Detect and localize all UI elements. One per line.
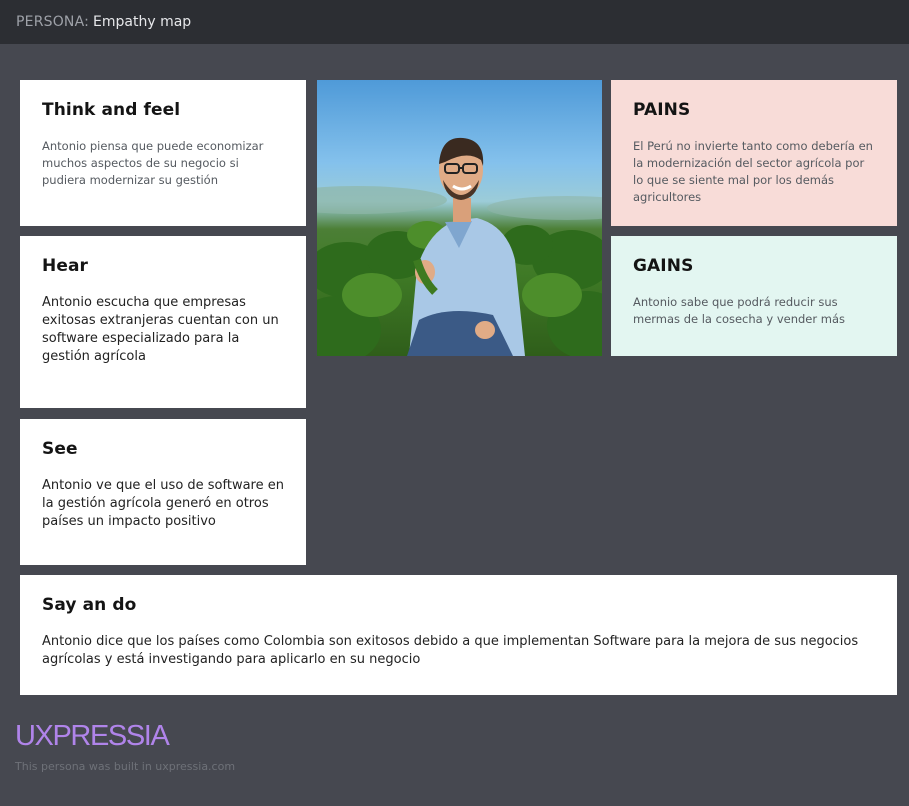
see-text: Antonio ve que el uso de software en la … — [42, 478, 284, 529]
pains-title: PAINS — [633, 100, 691, 120]
hear-text: Antonio escucha que empresas exitosas ex… — [42, 295, 279, 364]
pains-text: El Perú no invierte tanto como debería e… — [633, 139, 873, 204]
say-and-do-card: Say an do Antonio dice que los países co… — [20, 575, 897, 695]
footer-note: This persona was built in uxpressia.com — [15, 760, 236, 773]
persona-label: PERSONA: — [16, 14, 90, 30]
hear-card: Hear Antonio escucha que empresas exitos… — [20, 236, 306, 408]
gains-title: GAINS — [633, 256, 694, 276]
uxpressia-logo[interactable]: UXPRESSIA — [15, 720, 170, 753]
think-and-feel-text: Antonio piensa que puede economizar much… — [42, 139, 264, 187]
think-and-feel-title: Think and feel — [42, 100, 181, 120]
top-bar: PERSONA: Empathy map — [0, 0, 909, 44]
see-title: See — [42, 439, 78, 459]
hear-title: Hear — [42, 256, 89, 276]
page-title: Empathy map — [93, 14, 192, 30]
think-and-feel-card: Think and feel Antonio piensa que puede … — [20, 80, 306, 226]
see-card: See Antonio ve que el uso de software en… — [20, 419, 306, 565]
gains-card: GAINS Antonio sabe que podrá reducir sus… — [611, 236, 897, 356]
say-and-do-text: Antonio dice que los países como Colombi… — [42, 634, 859, 667]
persona-photo — [317, 80, 602, 356]
gains-text: Antonio sabe que podrá reducir sus merma… — [633, 295, 845, 326]
pains-card: PAINS El Perú no invierte tanto como deb… — [611, 80, 897, 226]
persona-photo-illustration — [317, 137, 602, 356]
say-and-do-title: Say an do — [42, 595, 137, 615]
